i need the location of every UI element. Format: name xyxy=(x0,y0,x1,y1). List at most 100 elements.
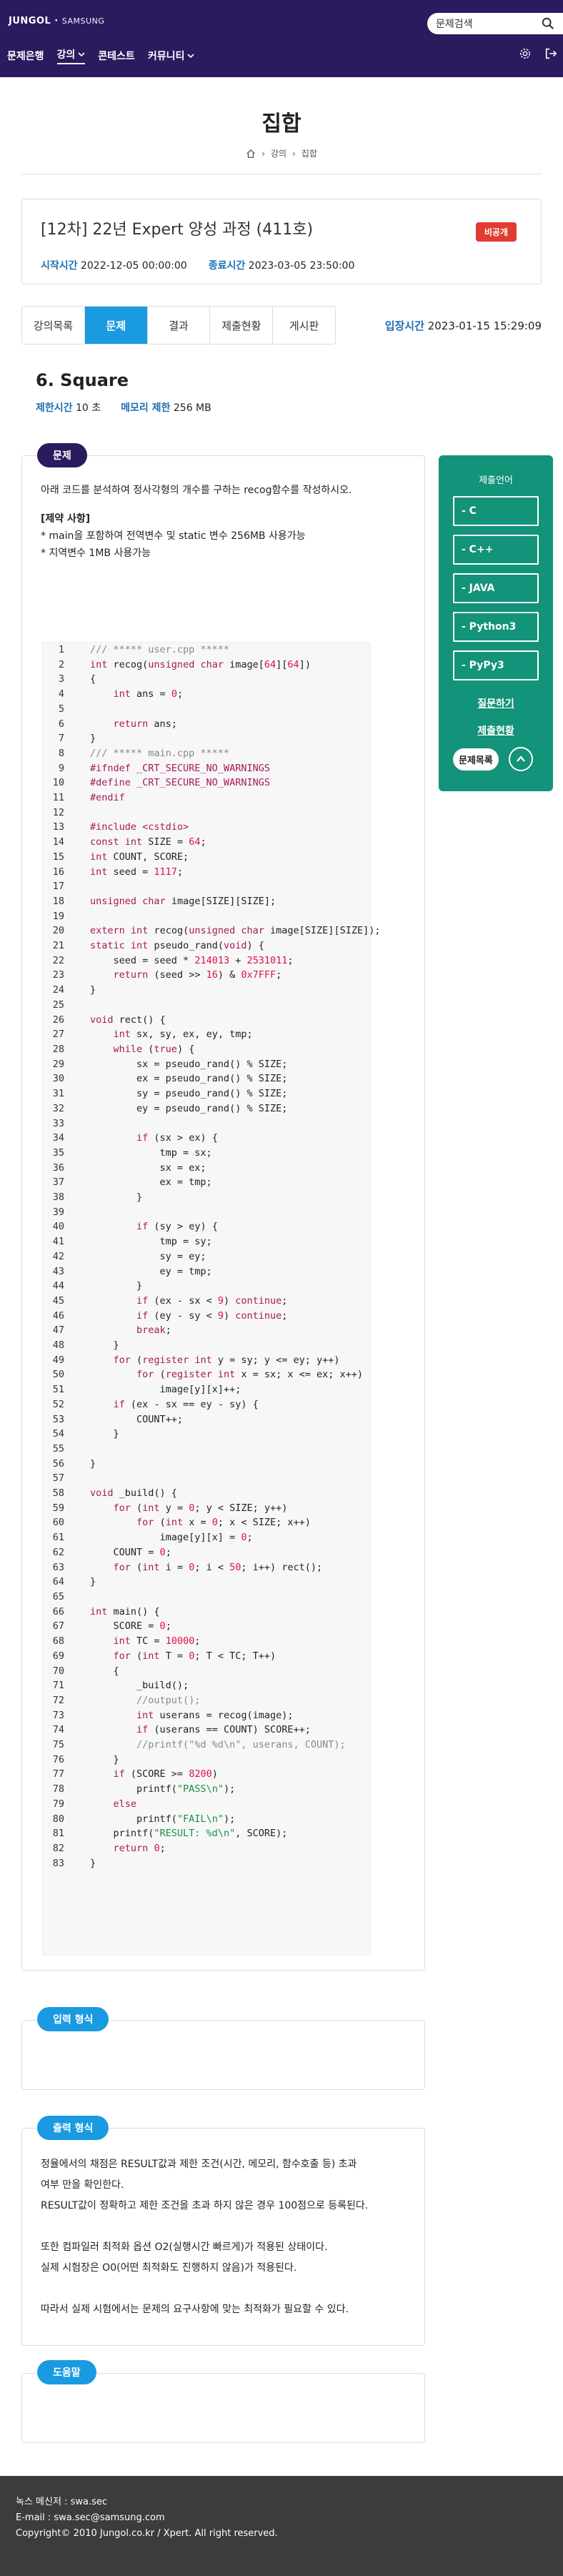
header-icons xyxy=(519,47,557,60)
code-line: { xyxy=(90,673,96,685)
code-line: sy = pseudo_rand() % SIZE; xyxy=(90,1088,288,1100)
home-icon[interactable] xyxy=(246,149,256,159)
code-line-number: 3 xyxy=(58,673,64,685)
tab-item[interactable]: 결과 xyxy=(148,307,211,344)
time-limit-label: 제한시간 xyxy=(36,402,73,414)
contest-title: [12차] 22년 Expert 양성 과정 (411호) xyxy=(41,221,314,239)
nav-item[interactable]: 강의 xyxy=(56,47,86,64)
code-line-number: 40 xyxy=(52,1221,64,1233)
search-input[interactable]: 문제검색 xyxy=(436,16,473,31)
code-line: } xyxy=(90,984,96,996)
problem-list-button[interactable]: 문제목록 xyxy=(453,748,499,771)
submit-language-header: 제출언어 xyxy=(479,475,513,486)
code-line: sx = pseudo_rand() % SIZE; xyxy=(90,1058,288,1070)
code-line: if (sy > ey) { xyxy=(136,1221,218,1233)
code-line-number: 75 xyxy=(52,1739,64,1751)
nav-item[interactable]: 문제은행 xyxy=(7,47,44,64)
code-line-number: 26 xyxy=(52,1014,64,1026)
private-badge: 비공개 xyxy=(475,222,517,242)
output-format-line: RESULT값이 정확하고 제한 조건을 초과 하지 않은 경우 100점으로 … xyxy=(41,2200,369,2211)
code-line-number: 8 xyxy=(58,747,64,759)
tab-item[interactable]: 강의목록 xyxy=(22,307,85,344)
code-line-number: 67 xyxy=(52,1620,64,1633)
code-line-number: 52 xyxy=(52,1398,64,1410)
code-line-number: 60 xyxy=(52,1517,64,1529)
submit-language-button[interactable]: - JAVA xyxy=(453,573,539,603)
footer-copyright: Copyright© 2010 Jungol.co.kr / Xpert. Al… xyxy=(16,2528,278,2539)
nav-item-label: 콘테스트 xyxy=(98,51,135,62)
breadcrumb-item-lecture[interactable]: 강의 xyxy=(271,147,287,159)
code-line: { xyxy=(90,1665,119,1677)
code-line: if (SCORE >= 8200) xyxy=(113,1768,218,1780)
code-line-number: 24 xyxy=(52,984,64,996)
code-line: } xyxy=(90,1192,143,1204)
code-line-number: 82 xyxy=(52,1842,64,1854)
code-line-number: 53 xyxy=(52,1413,64,1425)
search-box[interactable]: 문제검색 xyxy=(427,13,563,34)
code-line-number: 6 xyxy=(58,718,64,730)
search-icon[interactable] xyxy=(542,17,554,30)
code-line: image[y][x]++; xyxy=(90,1384,241,1396)
tab-item[interactable]: 제출현황 xyxy=(210,307,274,344)
logo-sub: SAMSUNG xyxy=(61,16,105,26)
code-line: tmp = sx; xyxy=(90,1146,212,1159)
code-line-number: 64 xyxy=(52,1576,64,1588)
tab-item[interactable]: 문제 xyxy=(84,307,148,344)
code-block: 1 2 3 4 5 6 7 8 9 10 11 12 13 14 15 16 17 18 19 20 21 22 23 24 2… xyxy=(42,642,380,1956)
ask-question-link[interactable]: 질문하기 xyxy=(439,696,553,710)
code-line: #define _CRT_SECURE_NO_WARNINGS xyxy=(90,777,270,789)
output-format-line: 정율에서의 채점은 RESULT값과 제한 조건(시간, 메모리, 함수호출 등… xyxy=(41,2159,357,2170)
code-line-number: 22 xyxy=(52,954,64,966)
code-line-number: 51 xyxy=(52,1384,64,1396)
code-line-number: 70 xyxy=(52,1665,64,1677)
logout-icon[interactable] xyxy=(544,47,557,60)
code-line-number: 73 xyxy=(52,1709,64,1721)
code-line-number: 31 xyxy=(52,1088,64,1100)
code-line: ex = pseudo_rand() % SIZE; xyxy=(90,1073,288,1085)
submit-language-button[interactable]: - Python3 xyxy=(453,612,539,642)
nav-item[interactable]: 콘테스트 xyxy=(98,47,135,64)
code-line: int COUNT, SCORE; xyxy=(90,851,189,863)
code-line: #ifndef _CRT_SECURE_NO_WARNINGS xyxy=(90,762,270,774)
code-line: break; xyxy=(136,1324,171,1337)
code-line: /// ***** user.cpp ***** xyxy=(90,644,230,655)
code-line-number: 49 xyxy=(52,1354,64,1366)
submission-status-link[interactable]: 제출현황 xyxy=(439,723,553,738)
code-line: sx = ex; xyxy=(90,1161,206,1174)
scroll-top-button[interactable] xyxy=(508,747,533,771)
memory-limit-value: 256 MB xyxy=(173,402,211,414)
submit-language-button[interactable]: - C++ xyxy=(453,535,539,565)
code-line: ey = tmp; xyxy=(90,1265,212,1277)
chevron-right-icon: › xyxy=(292,148,296,159)
nav-item-label: 문제은행 xyxy=(7,51,44,62)
code-line: _build(); xyxy=(90,1680,189,1692)
code-line: int userans = recog(image); xyxy=(136,1709,294,1721)
code-line: int TC = 10000; xyxy=(113,1635,201,1648)
code-line-number: 2 xyxy=(58,658,64,670)
code-line: for (int x = 0; x < SIZE; x++) xyxy=(136,1517,311,1529)
logo[interactable]: JUNGOL · SAMSUNG xyxy=(9,16,104,26)
tab-bar: 강의목록 문제 결과 제출현황 게시판 xyxy=(21,306,336,345)
code-line-number: 12 xyxy=(52,806,64,818)
code-line: void _build() { xyxy=(90,1487,177,1500)
code-line: static int pseudo_rand(void) { xyxy=(90,940,264,952)
code-line-number: 23 xyxy=(52,969,64,981)
code-line: extern int recog(unsigned char image[SIZ… xyxy=(90,925,381,937)
logo-separator: · xyxy=(51,16,62,26)
problem-name: 6. Square xyxy=(36,370,129,390)
constraint-line: * main을 포함하여 전역변수 및 static 변수 256MB 사용가능 xyxy=(41,530,306,542)
end-time-label: 종료시간 xyxy=(208,260,246,272)
code-line: } xyxy=(90,733,96,745)
nav-item-label: 강의 xyxy=(56,49,76,61)
nav-item[interactable]: 커뮤니티 xyxy=(148,47,195,64)
gear-icon[interactable] xyxy=(519,47,532,60)
code-line: return (seed >> 16) & 0x7FFF; xyxy=(113,969,282,981)
code-line: } xyxy=(90,1339,119,1352)
code-line-number: 66 xyxy=(52,1605,64,1618)
submit-language-button[interactable]: - C xyxy=(453,496,539,526)
section-label-output: 출력 형식 xyxy=(37,2116,109,2140)
code-line-number: 74 xyxy=(52,1724,64,1736)
tab-item[interactable]: 게시판 xyxy=(273,307,335,344)
submit-language-button[interactable]: - PyPy3 xyxy=(453,650,539,680)
